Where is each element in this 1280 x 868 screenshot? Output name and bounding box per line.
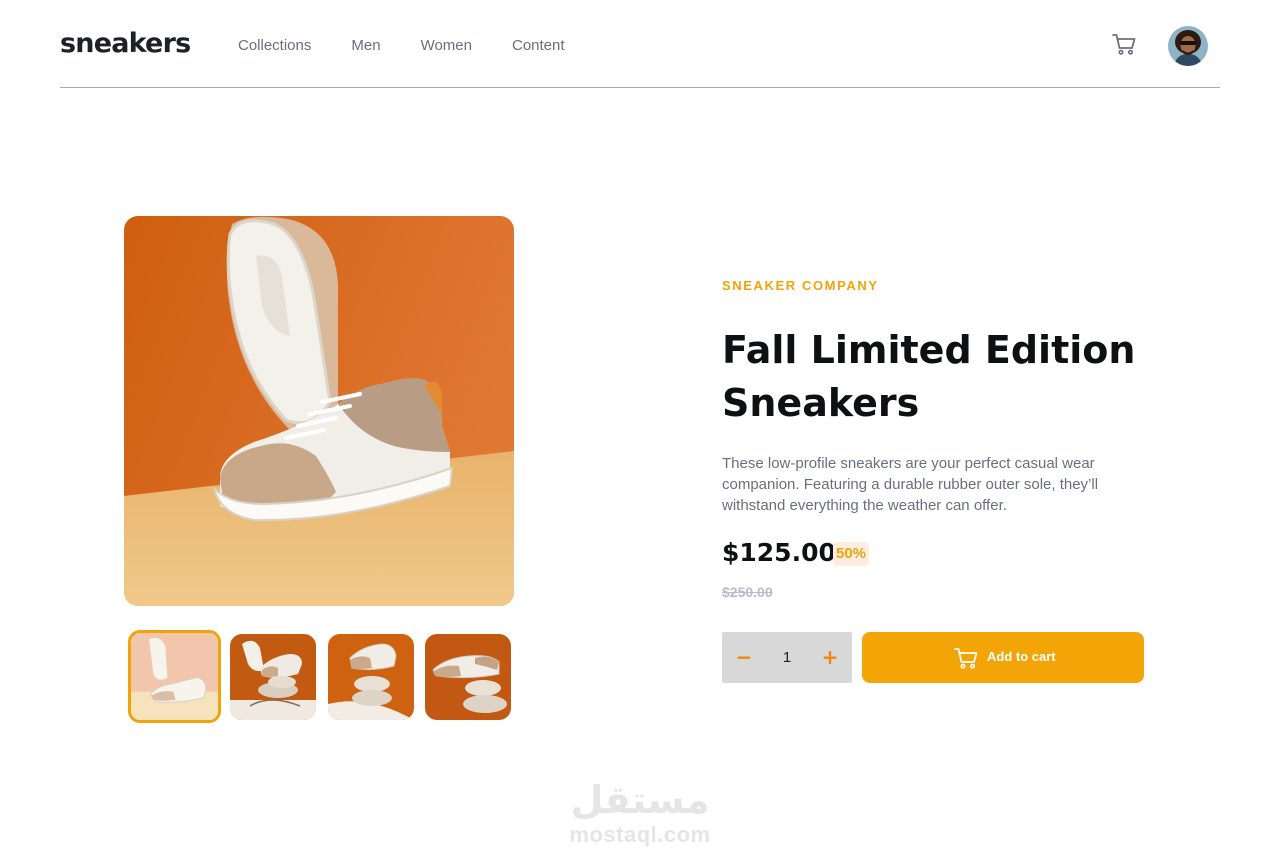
- quantity-stepper: − +: [722, 632, 852, 683]
- product-title: Fall Limited Edition Sneakers: [722, 328, 1136, 425]
- quantity-input[interactable]: [766, 632, 808, 683]
- current-price: $125.00: [722, 538, 836, 567]
- site-header: sneakers Collections Men Women Content: [60, 0, 1220, 88]
- watermark-latin: mostaql.com: [569, 822, 711, 847]
- company-name: SNEAKER COMPANY: [722, 278, 879, 293]
- main-nav: Collections Men Women Content: [238, 37, 565, 54]
- watermark: مستقل mostaql.com: [0, 778, 1280, 848]
- cart-icon[interactable]: [1112, 33, 1136, 55]
- thumbnail-3[interactable]: [328, 634, 414, 720]
- decrease-quantity-button[interactable]: −: [722, 632, 766, 683]
- original-price: $250.00: [722, 584, 773, 600]
- increase-quantity-button[interactable]: +: [808, 632, 852, 683]
- nav-content[interactable]: Content: [512, 37, 565, 54]
- thumbnail-1[interactable]: [128, 630, 221, 723]
- nav-men[interactable]: Men: [351, 37, 380, 54]
- thumbnail-strip: [128, 630, 514, 723]
- thumbnail-2[interactable]: [230, 634, 316, 720]
- logo[interactable]: sneakers: [60, 28, 191, 59]
- thumbnail-4[interactable]: [425, 634, 511, 720]
- watermark-arabic: مستقل: [570, 778, 710, 822]
- nav-women[interactable]: Women: [421, 37, 472, 54]
- cart-icon: [954, 647, 978, 669]
- add-to-cart-button[interactable]: Add to cart: [862, 632, 1144, 683]
- avatar[interactable]: [1168, 26, 1208, 66]
- product-description: These low-profile sneakers are your perf…: [722, 455, 1099, 514]
- nav-collections[interactable]: Collections: [238, 37, 311, 54]
- add-to-cart-label: Add to cart: [987, 649, 1056, 664]
- main-product-image[interactable]: [124, 216, 514, 606]
- discount-badge: 50%: [833, 542, 870, 566]
